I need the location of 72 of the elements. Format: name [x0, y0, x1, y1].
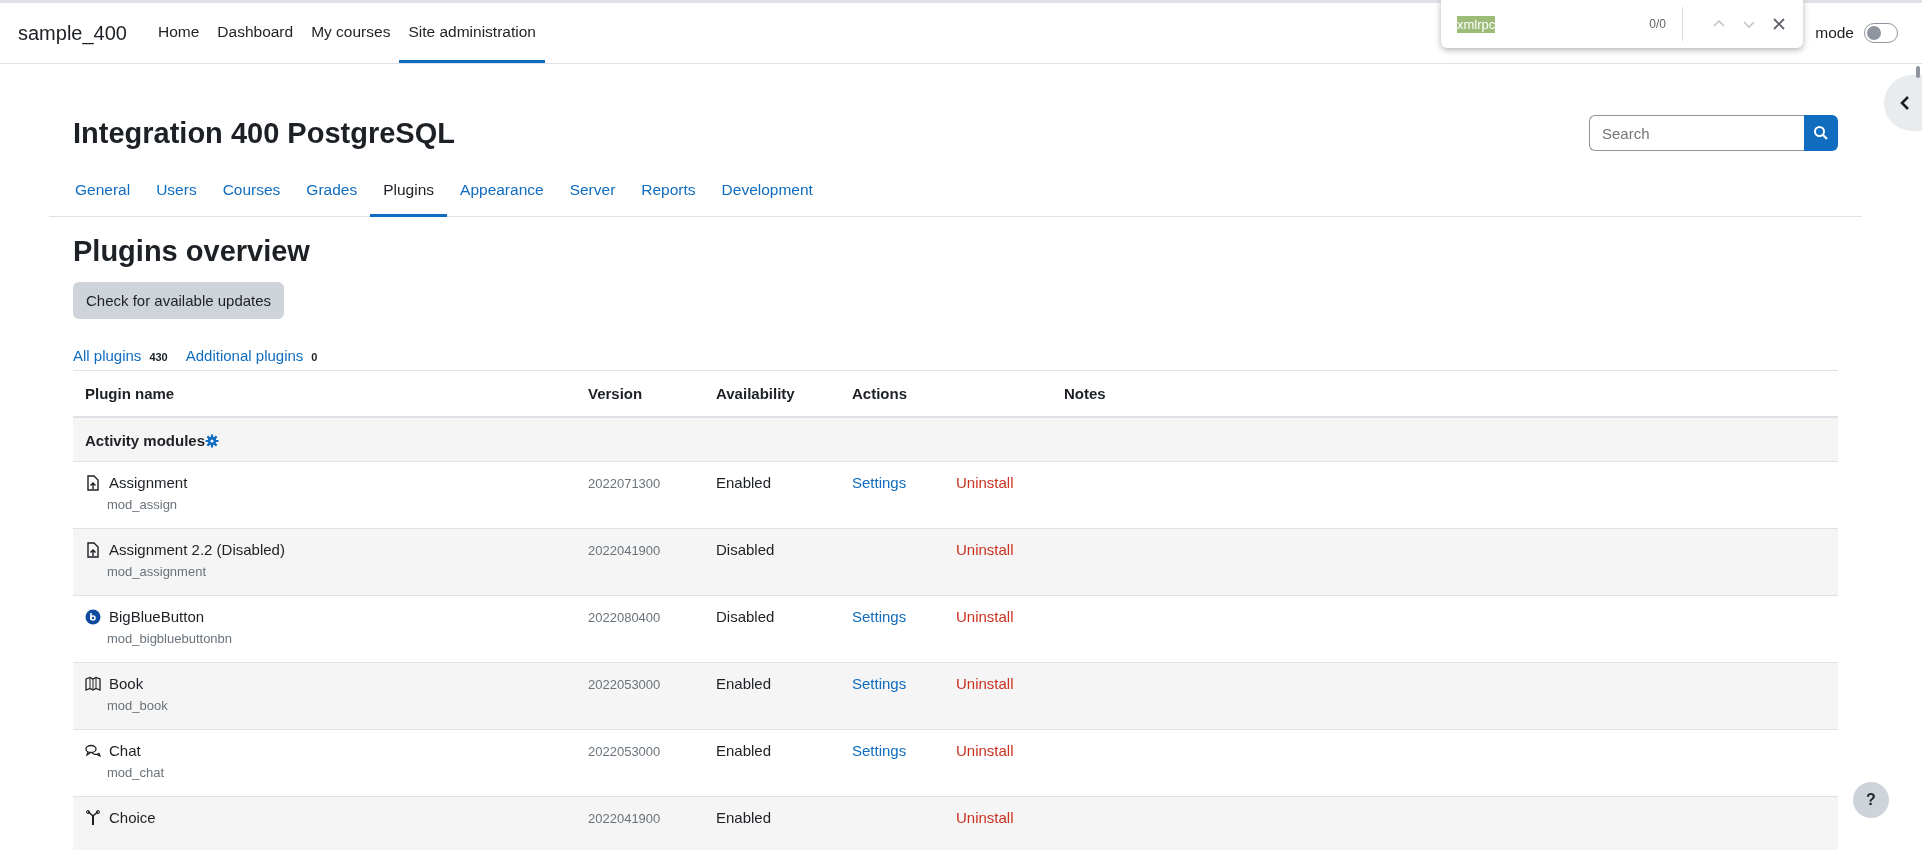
page-heading: Integration 400 PostgreSQL [73, 116, 455, 150]
availability-status: Enabled [716, 742, 772, 759]
plugin-name: Assignment [109, 474, 188, 491]
plugin-version: 2022053000 [588, 744, 661, 759]
plugin-component: mod_bigbluebuttonbn [106, 631, 234, 646]
nav-link[interactable]: My courses [302, 3, 400, 63]
settings-link[interactable]: Settings [852, 675, 907, 692]
settings-link[interactable]: Settings [852, 608, 907, 625]
file-upload-icon [85, 541, 101, 558]
tab[interactable]: Users [143, 170, 210, 217]
file-upload-icon [85, 474, 101, 491]
signpost-icon [85, 809, 101, 826]
plugin-version: 2022053000 [588, 677, 661, 692]
uninstall-link[interactable]: Uninstall [956, 541, 1014, 558]
plugin-version: 2022041900 [588, 543, 661, 558]
plugin-component: mod_assign [106, 497, 179, 512]
edit-mode-toggle[interactable] [1864, 23, 1898, 43]
filter-link[interactable]: All plugins [73, 347, 142, 364]
availability-status: Enabled [716, 809, 772, 826]
plugin-count: 430 [149, 351, 168, 363]
settings-link[interactable]: Settings [852, 474, 907, 491]
plugin-version: 2022071300 [588, 476, 661, 491]
plugin-name: Assignment 2.2 (Disabled) [109, 541, 285, 558]
tab[interactable]: Grades [293, 170, 371, 217]
settings-link[interactable]: Settings [852, 742, 907, 759]
availability-status: Disabled [716, 608, 775, 625]
nav-link[interactable]: Site administration [399, 3, 545, 63]
plugin-name: BigBlueButton [109, 608, 205, 625]
tab[interactable]: Development [708, 170, 826, 217]
plugin-component: mod_chat [106, 765, 166, 780]
plugin-name: Choice [109, 809, 156, 826]
match-count: 0/0 [1649, 17, 1666, 31]
uninstall-link[interactable]: Uninstall [956, 608, 1014, 625]
tab[interactable]: Appearance [447, 170, 557, 217]
nav-link[interactable]: Dashboard [208, 3, 303, 63]
group-heading: Activity modules [85, 432, 206, 449]
site-name: sample_400 [18, 21, 127, 45]
availability-status: Enabled [716, 675, 772, 692]
help-button[interactable]: ? [1853, 782, 1889, 818]
search-icon [1813, 125, 1829, 141]
circle-logo-icon [85, 608, 101, 625]
open-book-icon [85, 675, 101, 692]
plugin-component: mod_assignment [106, 564, 207, 579]
check-updates-button[interactable]: Check for available updates [73, 282, 285, 319]
tab[interactable]: Plugins [370, 170, 448, 217]
search-button[interactable] [1804, 115, 1838, 151]
availability-status: Disabled [716, 541, 775, 558]
nav-link[interactable]: Home [148, 3, 209, 63]
plugin-name: Chat [109, 742, 141, 759]
filter-link[interactable]: Additional plugins [185, 347, 304, 364]
uninstall-link[interactable]: Uninstall [956, 675, 1014, 692]
search-field[interactable]: Search [1589, 115, 1804, 151]
uninstall-link[interactable]: Uninstall [956, 474, 1014, 491]
section-heading: Plugins overview [73, 235, 311, 268]
availability-status: Enabled [716, 474, 772, 491]
chevron-left-icon [1898, 95, 1912, 111]
plugin-component: mod_book [106, 698, 169, 713]
tab[interactable]: Courses [209, 170, 294, 217]
plugin-version: 2022041900 [588, 811, 661, 826]
speech-bubbles-icon [85, 742, 101, 759]
edit-mode-label: mode [1815, 24, 1854, 42]
plugin-name: Book [109, 675, 144, 692]
plugin-count: 0 [311, 351, 318, 363]
drawer-toggle[interactable] [1884, 75, 1922, 131]
plugin-version: 2022080400 [588, 610, 661, 625]
tab[interactable]: Server [556, 170, 629, 217]
settings-icon[interactable] [205, 433, 220, 448]
scrollbar-thumb[interactable] [1916, 66, 1920, 78]
uninstall-link[interactable]: Uninstall [956, 742, 1014, 759]
uninstall-link[interactable]: Uninstall [956, 809, 1014, 826]
tab[interactable]: Reports [628, 170, 709, 217]
tab[interactable]: General [62, 170, 144, 217]
